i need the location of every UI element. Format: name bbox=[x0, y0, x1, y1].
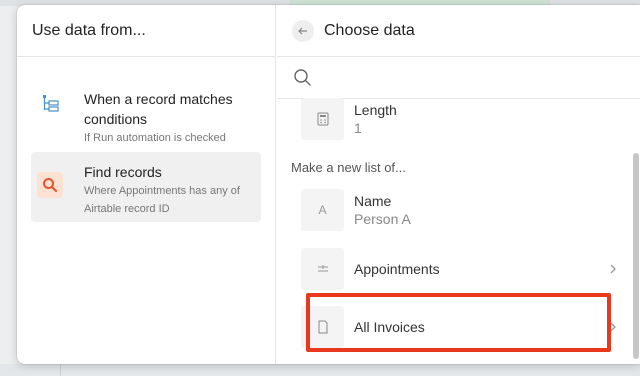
linked-record-icon bbox=[301, 248, 344, 290]
field-name: Appointments bbox=[354, 261, 440, 277]
arrow-left-icon bbox=[298, 27, 307, 34]
back-button[interactable] bbox=[292, 19, 314, 42]
data-list: Length 1 Make a new list of... A Name Pe… bbox=[277, 98, 640, 364]
field-name: All Invoices bbox=[354, 319, 425, 335]
section-label: Make a new list of... bbox=[291, 160, 406, 175]
document-icon bbox=[301, 306, 344, 348]
choose-data-title: Choose data bbox=[324, 21, 415, 39]
field-row-appointments[interactable]: Appointments bbox=[301, 248, 623, 290]
source-option-find-records[interactable]: Find records Where Appointments has any … bbox=[31, 152, 261, 222]
source-pane: Use data from... When a record matches c… bbox=[17, 5, 276, 364]
trigger-condition-icon bbox=[31, 83, 69, 115]
chevron-right-icon bbox=[603, 263, 623, 275]
scrollbar-thumb[interactable] bbox=[633, 153, 639, 359]
choose-data-pane: Choose data Length 1 Make a new list of.… bbox=[277, 5, 640, 364]
field-value: Person A bbox=[354, 211, 411, 227]
source-option-trigger[interactable]: When a record matches conditions If Run … bbox=[31, 83, 261, 144]
choose-data-header: Choose data bbox=[277, 5, 640, 57]
source-option-title: When a record matches conditions bbox=[84, 91, 233, 127]
field-name: Length bbox=[354, 102, 397, 118]
search-icon bbox=[37, 172, 63, 198]
background-divider bbox=[60, 364, 61, 376]
field-row-name[interactable]: A Name Person A bbox=[301, 189, 623, 231]
source-option-subtitle: If Run automation is checked bbox=[84, 132, 226, 144]
field-row-length[interactable]: Length 1 bbox=[301, 98, 623, 140]
search-field[interactable] bbox=[277, 57, 640, 99]
source-pane-title: Use data from... bbox=[32, 21, 146, 39]
source-option-title: Find records bbox=[84, 164, 162, 180]
scrollbar[interactable] bbox=[632, 153, 640, 359]
calculator-icon bbox=[301, 98, 344, 140]
source-pane-header: Use data from... bbox=[17, 5, 275, 57]
field-row-all-invoices[interactable]: All Invoices bbox=[301, 306, 623, 348]
source-option-subtitle: Where Appointments has any of Airtable r… bbox=[84, 185, 240, 215]
text-a-icon: A bbox=[301, 189, 344, 231]
data-picker-dialog: Use data from... When a record matches c… bbox=[17, 5, 640, 364]
field-name: Name bbox=[354, 193, 392, 209]
background-app-bottom bbox=[0, 364, 640, 376]
chevron-right-icon bbox=[603, 321, 623, 333]
search-icon bbox=[294, 68, 311, 86]
field-value: 1 bbox=[354, 120, 362, 136]
